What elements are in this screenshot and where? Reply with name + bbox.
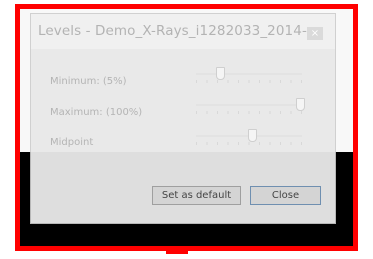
minimum-slider-thumb[interactable] bbox=[216, 67, 225, 80]
highlight-frame: Levels - Demo_X-Rays_i1282033_2014- ... … bbox=[15, 4, 358, 251]
slider-track bbox=[196, 104, 302, 106]
slider-ticks bbox=[196, 80, 302, 83]
midpoint-label: Midpoint bbox=[50, 137, 94, 148]
title-bar[interactable]: Levels - Demo_X-Rays_i1282033_2014- ... … bbox=[31, 14, 335, 49]
minimum-label: Minimum: (5%) bbox=[50, 76, 127, 87]
close-button[interactable]: Close bbox=[250, 186, 321, 205]
close-icon[interactable]: × bbox=[307, 27, 323, 40]
slider-track bbox=[196, 73, 302, 75]
maximum-label: Maximum: (100%) bbox=[50, 107, 143, 118]
slider-ticks bbox=[196, 142, 302, 145]
dialog-title: Levels - Demo_X-Rays_i1282033_2014- ... bbox=[38, 23, 325, 39]
highlight-marker bbox=[166, 250, 188, 254]
midpoint-slider[interactable] bbox=[196, 129, 302, 147]
midpoint-slider-thumb[interactable] bbox=[248, 129, 257, 142]
levels-dialog: Levels - Demo_X-Rays_i1282033_2014- ... … bbox=[30, 13, 336, 224]
maximum-slider-thumb[interactable] bbox=[296, 98, 305, 111]
slider-ticks bbox=[196, 111, 302, 114]
set-as-default-button[interactable]: Set as default bbox=[152, 186, 241, 205]
maximum-slider[interactable] bbox=[196, 98, 305, 116]
minimum-slider[interactable] bbox=[196, 67, 302, 85]
